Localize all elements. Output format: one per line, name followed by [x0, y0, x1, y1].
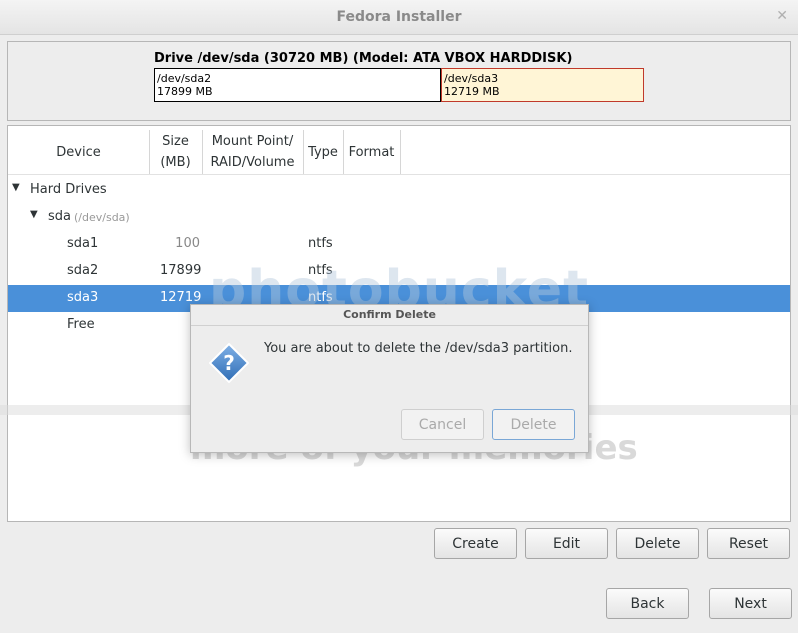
table-row[interactable]: sda1 100 ntfs — [8, 231, 790, 258]
partition-size: 17899 MB — [157, 85, 213, 98]
row-type: ntfs — [308, 236, 333, 251]
question-icon: ? — [209, 343, 249, 383]
create-button[interactable]: Create — [434, 528, 517, 559]
partition-name: /dev/sda2 — [157, 72, 212, 85]
drive-panel: Drive /dev/sda (30720 MB) (Model: ATA VB… — [7, 41, 791, 121]
tree-row-hard-drives[interactable]: ▼ Hard Drives — [8, 177, 790, 204]
column-header-device[interactable]: Device — [8, 130, 150, 174]
edit-button[interactable]: Edit — [525, 528, 608, 559]
group-label: Hard Drives — [30, 182, 107, 197]
next-button[interactable]: Next — [709, 588, 792, 619]
back-button[interactable]: Back — [606, 588, 689, 619]
column-header-type[interactable]: Type — [303, 130, 344, 174]
column-header-format[interactable]: Format — [343, 130, 401, 174]
row-size: 100 — [175, 236, 200, 251]
confirm-delete-dialog: Confirm Delete ? You are about to delete… — [190, 304, 589, 453]
partition-size: 12719 MB — [444, 85, 500, 98]
partition-block-sda3[interactable]: /dev/sda3 12719 MB — [441, 68, 644, 102]
close-icon[interactable]: ✕ — [776, 8, 788, 24]
dialog-divider — [191, 325, 588, 326]
expander-down-icon[interactable]: ▼ — [12, 182, 20, 193]
header-divider — [8, 174, 790, 175]
drive-title: Drive /dev/sda (30720 MB) (Model: ATA VB… — [154, 51, 573, 66]
reset-button[interactable]: Reset — [707, 528, 790, 559]
partition-block-sda2[interactable]: /dev/sda2 17899 MB — [154, 68, 441, 102]
window-title: Fedora Installer — [336, 9, 462, 25]
row-device: sda1 — [67, 236, 99, 251]
tree-row-sda[interactable]: ▼ sda (/dev/sda) — [8, 204, 790, 231]
title-bar: Fedora Installer ✕ — [0, 0, 798, 35]
column-header-mount[interactable]: Mount Point/RAID/Volume — [202, 130, 304, 174]
disk-label: sda — [48, 209, 71, 224]
dialog-message: You are about to delete the /dev/sda3 pa… — [264, 341, 573, 356]
delete-confirm-button[interactable]: Delete — [492, 409, 575, 440]
column-header-size[interactable]: Size (MB) — [149, 130, 203, 174]
expander-down-icon[interactable]: ▼ — [30, 209, 38, 220]
delete-button[interactable]: Delete — [616, 528, 699, 559]
svg-text:?: ? — [223, 351, 235, 375]
dialog-title: Confirm Delete — [343, 308, 436, 321]
disk-path: (/dev/sda) — [74, 211, 130, 224]
partition-name: /dev/sda3 — [444, 72, 499, 85]
cancel-button[interactable]: Cancel — [401, 409, 484, 440]
